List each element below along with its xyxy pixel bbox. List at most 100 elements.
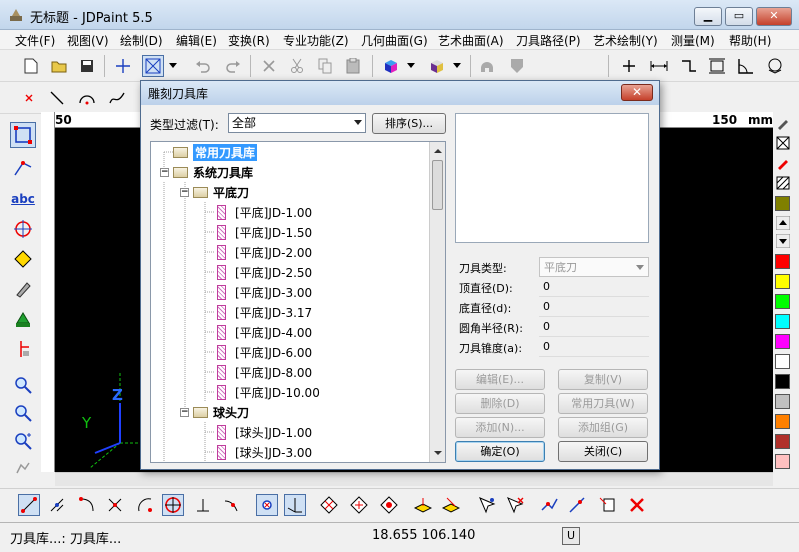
mark-button-2[interactable] — [504, 494, 526, 516]
snap-line-button[interactable] — [18, 494, 40, 516]
polygon-tool-button[interactable] — [10, 246, 36, 272]
maximize-button[interactable]: ▭ — [725, 7, 753, 26]
layer-button-1[interactable] — [412, 494, 434, 516]
surface-button-3[interactable] — [378, 494, 400, 516]
snap-arc-button[interactable] — [76, 494, 98, 516]
select-box-button[interactable] — [142, 55, 164, 77]
tree-item-tool[interactable]: [平底]JD-2.50 — [217, 262, 312, 282]
tool-button-3[interactable] — [596, 494, 618, 516]
snap-end-button[interactable] — [46, 494, 68, 516]
tree-item-tool[interactable]: [平底]JD-1.00 — [217, 202, 312, 222]
tree-item-tool[interactable]: [球头]JD-1.00 — [217, 422, 312, 442]
tree-item-tool[interactable]: [平底]JD-3.00 — [217, 282, 312, 302]
collapse-icon[interactable]: − — [180, 407, 189, 417]
collapse-icon[interactable]: − — [180, 187, 189, 197]
snap-point-button[interactable] — [256, 494, 278, 516]
tool-button-1[interactable] — [538, 494, 560, 516]
pattern-icon[interactable] — [776, 176, 790, 193]
tree-item-tool[interactable]: [平底]JD-1.50 — [217, 222, 312, 242]
type-filter-select[interactable]: 全部 — [228, 113, 366, 133]
zoom-window-button[interactable] — [10, 372, 36, 398]
scroll-down-icon[interactable] — [775, 233, 791, 251]
copy-tool-button[interactable]: 复制(V) — [558, 369, 648, 390]
menu-help[interactable]: 帮助(H) — [729, 32, 771, 49]
snap-center-button[interactable] — [134, 494, 156, 516]
add-group-button[interactable]: 添加组(G) — [558, 417, 648, 438]
tree-item-tool[interactable]: [平底]JD-10.00 — [217, 382, 320, 402]
shield-button[interactable] — [506, 55, 528, 77]
open-file-button[interactable] — [48, 55, 70, 77]
common-tool-button[interactable]: 常用刀具(W) — [558, 393, 648, 414]
minimize-button[interactable]: ▁ — [694, 7, 722, 26]
olive-swatch[interactable] — [775, 196, 790, 211]
dialog-close-x-button[interactable]: ✕ — [621, 84, 653, 101]
tree-item-ball-group[interactable]: − 球头刀 — [180, 402, 249, 422]
arc-button[interactable] — [76, 87, 98, 109]
collapse-icon[interactable]: − — [160, 167, 169, 177]
sort-button[interactable]: 排序(S)... — [372, 113, 446, 134]
color-swatch[interactable] — [775, 454, 790, 469]
color-cube-dropdown[interactable] — [404, 55, 418, 77]
select-dropdown[interactable] — [166, 55, 180, 77]
select-tool-button[interactable] — [10, 122, 36, 148]
undo-button[interactable] — [192, 55, 214, 77]
snap-axis-button[interactable] — [284, 494, 306, 516]
color-swatch[interactable] — [775, 334, 790, 349]
scroll-thumb[interactable] — [432, 160, 443, 210]
line-button[interactable] — [46, 87, 68, 109]
menu-professional[interactable]: 专业功能(Z) — [283, 32, 349, 49]
tree-item-tool[interactable]: [平底]JD-3.17 — [217, 302, 312, 322]
text-tool-button[interactable]: abc — [10, 186, 36, 212]
delete-button[interactable] — [258, 55, 280, 77]
color-swatch[interactable] — [775, 414, 790, 429]
scroll-up-icon[interactable] — [775, 215, 791, 233]
mark-button-1[interactable] — [476, 494, 498, 516]
fill-tool-button[interactable] — [10, 306, 36, 332]
surface-button-2[interactable] — [348, 494, 370, 516]
color-swatch[interactable] — [775, 274, 790, 289]
color-cube-button[interactable] — [380, 55, 402, 77]
unit-toggle-button[interactable]: U — [562, 527, 580, 545]
color-swatch[interactable] — [775, 294, 790, 309]
spline-button[interactable] — [106, 87, 128, 109]
menu-draw[interactable]: 绘制(D) — [120, 32, 163, 49]
knife-tool-button[interactable] — [10, 336, 36, 362]
tree-item-tool[interactable]: [平底]JD-4.00 — [217, 322, 312, 342]
tool-type-select[interactable]: 平底刀 — [539, 257, 649, 277]
cut-button[interactable] — [286, 55, 308, 77]
tree-item-system-library[interactable]: − 系统刀具库 — [160, 162, 253, 182]
tree-item-common-library[interactable]: 常用刀具库 — [173, 142, 258, 162]
menu-geometry-surface[interactable]: 几何曲面(G) — [361, 32, 428, 49]
circle-tool-button[interactable] — [10, 216, 36, 242]
eyedropper-icon[interactable] — [776, 156, 790, 173]
tree-scrollbar[interactable] — [429, 142, 445, 462]
pen-tool-button[interactable] — [10, 276, 36, 302]
menu-toolpath[interactable]: 刀具路径(P) — [516, 32, 581, 49]
node-edit-button[interactable] — [10, 154, 36, 180]
menu-view[interactable]: 视图(V) — [67, 32, 109, 49]
redo-button[interactable] — [222, 55, 244, 77]
snap-tangent-button[interactable] — [220, 494, 242, 516]
tree-item-tool[interactable]: [平底]JD-8.00 — [217, 362, 312, 382]
pan-button[interactable] — [10, 456, 36, 482]
horizontal-scrollbar[interactable] — [55, 472, 775, 486]
color-swatch[interactable] — [775, 394, 790, 409]
color-swatch[interactable] — [775, 374, 790, 389]
tree-item-tool[interactable]: [平底]JD-2.00 — [217, 242, 312, 262]
paste-button[interactable] — [342, 55, 364, 77]
color-swatch[interactable] — [775, 314, 790, 329]
tree-item-flat-group[interactable]: − 平底刀 — [180, 182, 249, 202]
layer-button-2[interactable] — [440, 494, 462, 516]
menu-transform[interactable]: 变换(R) — [228, 32, 270, 49]
zoom-in-button[interactable] — [10, 428, 36, 454]
color-swatch[interactable] — [775, 354, 790, 369]
new-file-button[interactable] — [20, 55, 42, 77]
scroll-up-icon[interactable] — [431, 144, 445, 158]
snap-perp-button[interactable] — [192, 494, 214, 516]
close-dialog-button[interactable]: 关闭(C) — [558, 441, 648, 462]
menu-measure[interactable]: 测量(M) — [671, 32, 715, 49]
tree-item-tool[interactable]: [平底]JD-6.00 — [217, 342, 312, 362]
surface-button-1[interactable] — [318, 494, 340, 516]
snap-intersect-button[interactable] — [104, 494, 126, 516]
add-tool-button[interactable]: 添加(N)... — [455, 417, 545, 438]
